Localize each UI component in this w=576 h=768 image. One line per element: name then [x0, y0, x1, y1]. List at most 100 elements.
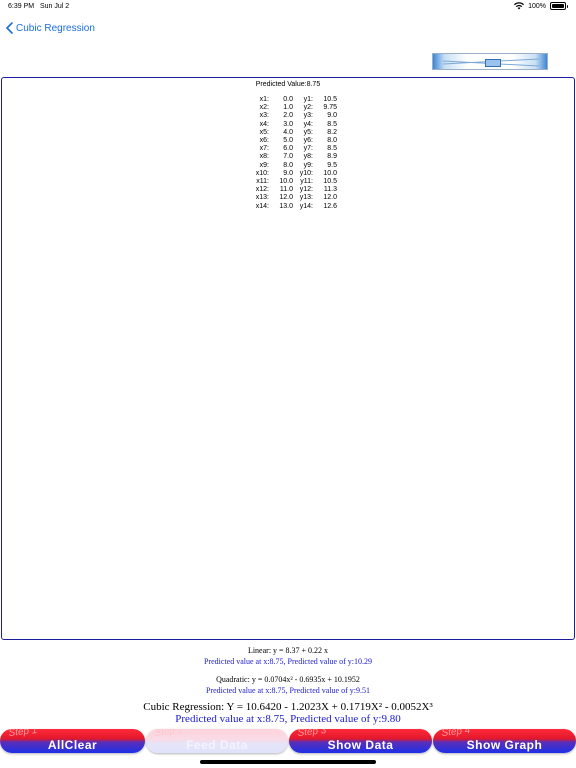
x-label: x11: [256, 178, 269, 186]
y-label: y6: [303, 137, 313, 145]
data-point-row: x2: 1.0 y2: 9.75 [247, 104, 337, 112]
y-label: y2: [303, 104, 313, 112]
x-value: 13.0 [279, 202, 293, 210]
back-button[interactable]: Cubic Regression [6, 18, 95, 38]
x-value: 0.0 [283, 96, 293, 103]
y-label: y3: [303, 112, 313, 120]
y-value: 9.0 [327, 112, 337, 120]
linear-prediction: Predicted value at x:8.75, Predicted val… [204, 657, 372, 666]
y-label: y12: [299, 186, 313, 194]
status-date: Sun Jul 2 [40, 3, 70, 10]
y-label: y4: [303, 120, 313, 128]
data-point-row: x6: 5.0 y6: 8.0 [247, 137, 337, 145]
quadratic-prediction: Predicted value at x:8.75, Predicted val… [206, 686, 370, 695]
y-label: y14: [299, 202, 313, 210]
data-point-row: x10: 9.0 y10: 10.0 [247, 170, 337, 178]
y-value: 8.2 [327, 128, 337, 136]
x-label: x2: [259, 104, 269, 112]
button-label: Feed Data [186, 738, 248, 752]
y-value: 11.3 [323, 186, 337, 194]
x-label: x5: [259, 128, 269, 136]
y-label: y13: [299, 194, 313, 202]
cubic-equation: Cubic Regression: Y = 10.6420 - 1.2023X … [143, 701, 433, 713]
data-point-row: x1: 0.0 y1: 10.5 [247, 96, 337, 104]
battery-icon [550, 2, 568, 10]
data-point-row: x3: 2.0 y3: 9.0 [247, 112, 337, 120]
data-point-row: x11: 10.0 y11: 10.5 [247, 178, 337, 186]
data-point-row: x9: 8.0 y9: 9.5 [247, 162, 337, 170]
data-point-row: x14: 13.0 y14: 12.6 [247, 203, 337, 211]
battery-percent: 100% [528, 2, 546, 10]
x-value: 3.0 [283, 120, 293, 128]
y-value: 9.5 [327, 161, 337, 169]
x-label: x10: [255, 169, 269, 177]
x-value: 10.0 [279, 178, 293, 186]
allclear-button[interactable]: Step 1 AllClear [0, 729, 145, 753]
y-value: 8.0 [327, 137, 337, 145]
show-graph-button[interactable]: Step 4 Show Graph [433, 729, 576, 753]
feed-data-button[interactable]: Step 2 Feed Data [146, 729, 288, 753]
x-value: 12.0 [279, 194, 293, 202]
y-label: y10: [299, 169, 313, 177]
show-data-button[interactable]: Step 3 Show Data [289, 729, 432, 753]
y-value: 8.5 [327, 145, 337, 153]
data-point-row: x8: 7.0 y8: 8.9 [247, 153, 337, 161]
predicted-value-label: Predicted Value:8.75 [255, 81, 321, 88]
status-time: 6:39 PM [8, 3, 35, 10]
x-label: x13: [255, 194, 269, 202]
ad-banner[interactable] [432, 53, 548, 70]
x-label: x6: [259, 137, 269, 145]
back-label: Cubic Regression [16, 22, 95, 34]
banner-block [485, 59, 501, 67]
cubic-prediction: Predicted value at x:8.75, Predicted val… [175, 713, 401, 725]
y-value: 10.5 [323, 96, 337, 103]
x-label: x8: [259, 153, 269, 161]
y-value: 10.0 [323, 169, 337, 177]
x-value: 11.0 [279, 186, 293, 194]
y-label: y8: [303, 153, 313, 161]
data-point-row: x5: 4.0 y5: 8.2 [247, 129, 337, 137]
y-label: y1: [303, 96, 313, 103]
button-label: Show Graph [466, 738, 543, 752]
y-label: y7: [303, 145, 313, 153]
x-label: x14: [255, 202, 269, 210]
y-value: 10.5 [323, 178, 337, 186]
y-value: 12.0 [323, 194, 337, 202]
x-value: 6.0 [283, 145, 293, 153]
button-label: Show Data [327, 738, 394, 752]
x-label: x9: [259, 161, 269, 169]
quadratic-equation: Quadratic: y = 0.0704x² - 0.6935x + 10.1… [216, 675, 360, 684]
data-panel: Predicted Value:8.75 x1: 0.0 y1: 10.5 x2: 1.0… [1, 77, 575, 640]
y-value: 9.75 [323, 104, 337, 112]
button-label: AllClear [47, 738, 98, 752]
y-value: 8.5 [327, 120, 337, 128]
data-point-row: x4: 3.0 y4: 8.5 [247, 121, 337, 129]
wifi-icon [514, 2, 525, 10]
data-point-row: x13: 12.0 y13: 12.0 [247, 194, 337, 202]
linear-equation: Linear: y = 8.37 + 0.22 x [247, 646, 329, 655]
x-label: x4: [259, 120, 269, 128]
data-points-list: x1: 0.0 y1: 10.5 x2: 1.0 y2: 9.75 x3: 2.0 y3: 9.0 x4… [247, 96, 337, 211]
y-label: y9: [303, 161, 313, 169]
x-label: x1: [259, 96, 269, 103]
status-right: 100% [514, 2, 568, 10]
data-point-row: x12: 11.0 y12: 11.3 [247, 186, 337, 194]
y-label: y11: [300, 178, 313, 186]
home-indicator[interactable] [200, 760, 376, 764]
x-value: 1.0 [283, 104, 293, 112]
x-value: 9.0 [283, 169, 293, 177]
x-value: 2.0 [283, 112, 293, 120]
data-point-row: x7: 6.0 y7: 8.5 [247, 145, 337, 153]
x-value: 8.0 [283, 161, 293, 169]
y-value: 12.6 [323, 202, 337, 210]
x-value: 5.0 [283, 137, 293, 145]
x-label: x12: [255, 186, 269, 194]
x-value: 4.0 [283, 128, 293, 136]
status-bar: 6:39 PM Sun Jul 2 100% [0, 0, 576, 14]
chevron-left-icon [6, 22, 13, 34]
x-value: 7.0 [283, 153, 293, 161]
x-label: x7: [259, 145, 269, 153]
y-label: y5: [303, 128, 313, 136]
y-value: 8.9 [327, 153, 337, 161]
x-label: x3: [259, 112, 269, 120]
